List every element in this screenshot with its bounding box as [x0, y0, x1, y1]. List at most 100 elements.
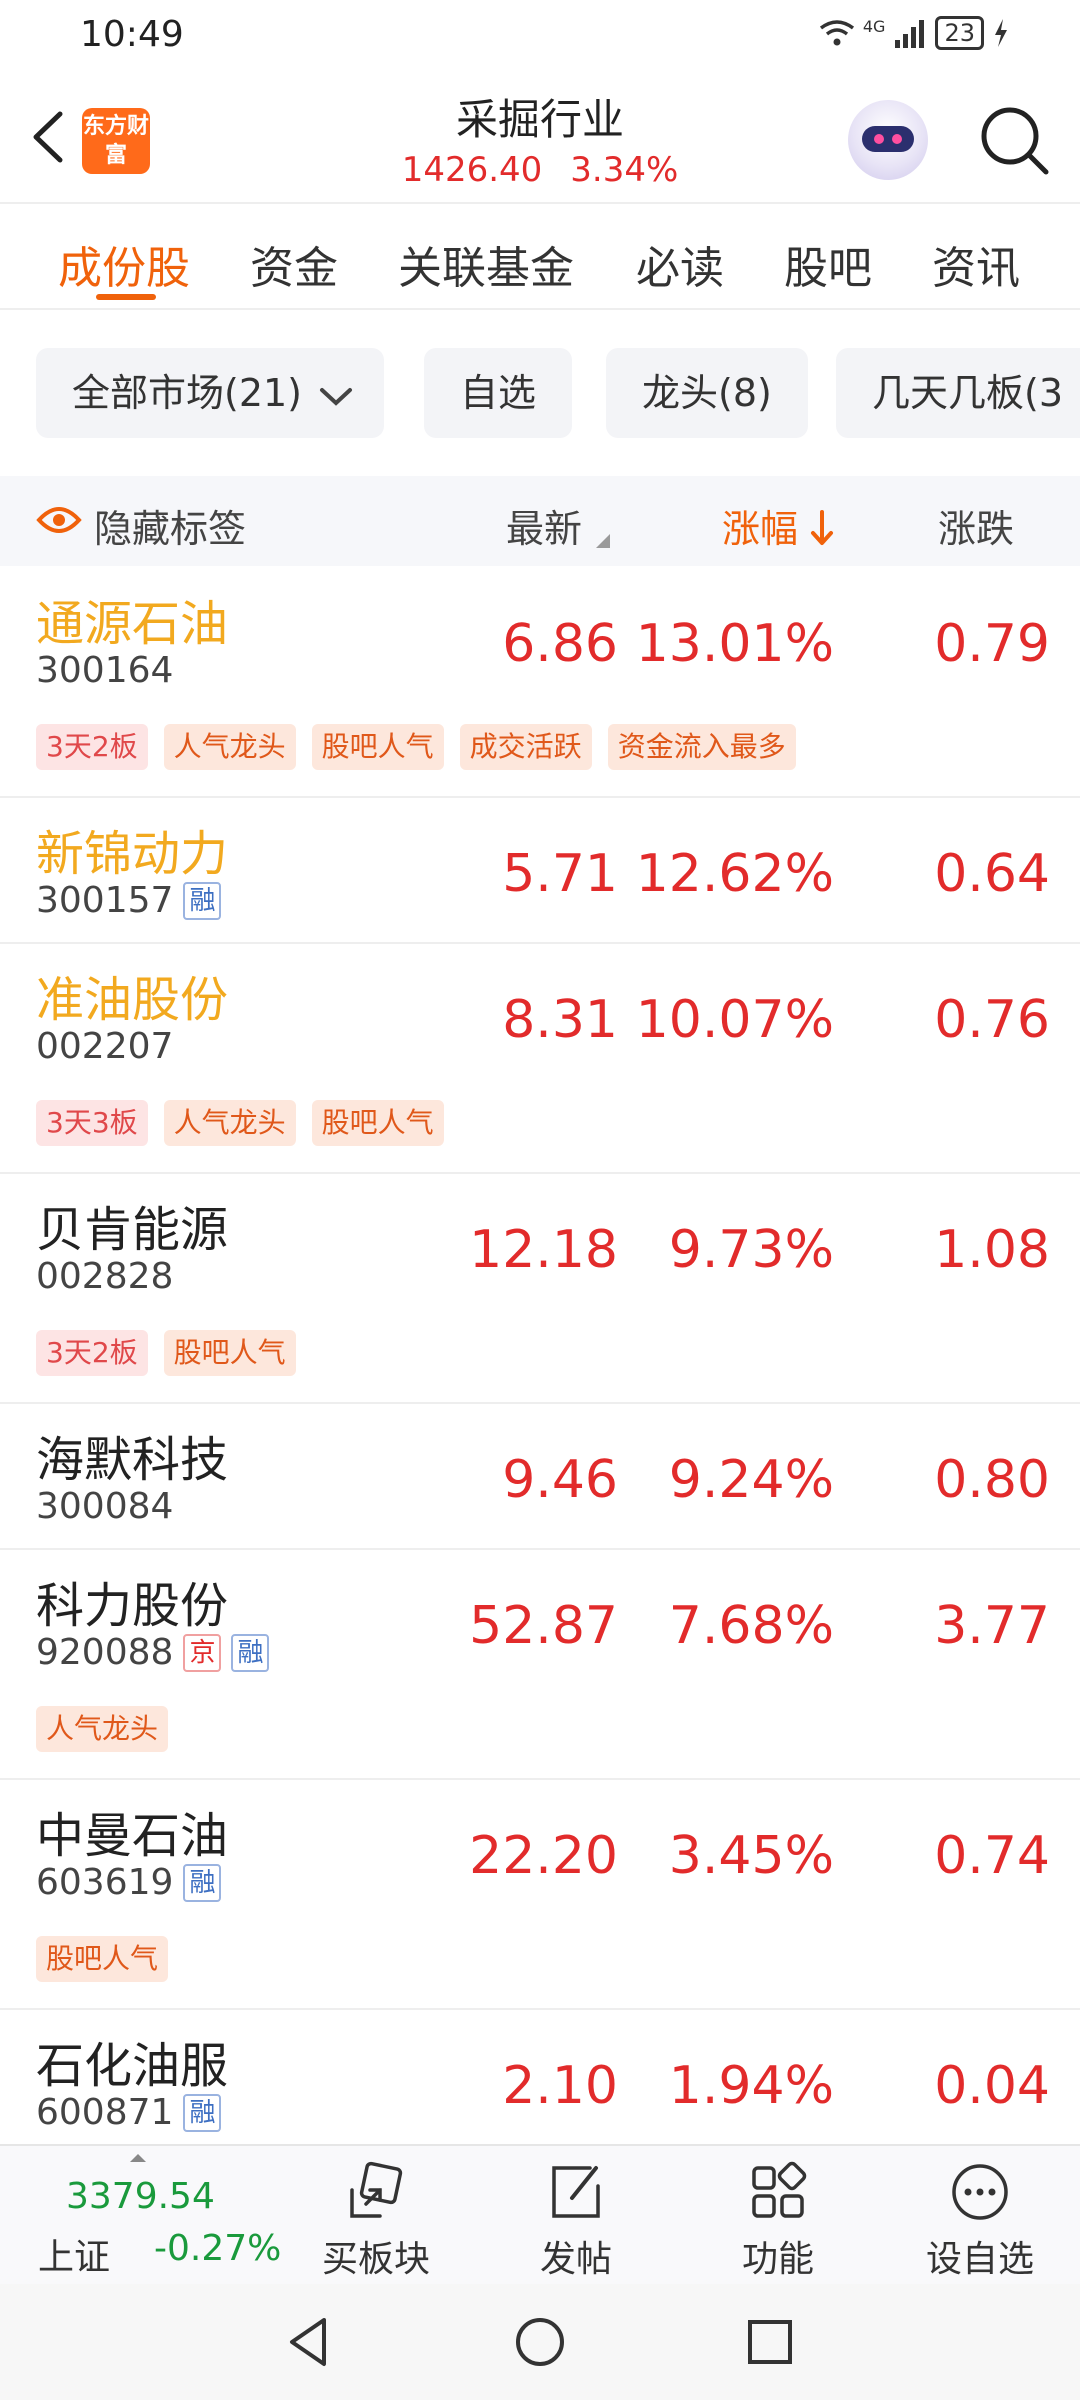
search-button[interactable] [976, 102, 1054, 180]
stock-row[interactable]: 石化油服 600871 融 2.10 1.94% 0.04 [0, 2010, 1080, 2156]
latest-price: 5.71 [502, 844, 618, 904]
stock-tag[interactable]: 3天2板 [36, 1330, 148, 1376]
buy-sector-icon [350, 2161, 403, 2218]
stock-code: 600871 [36, 2092, 174, 2133]
stock-tag[interactable]: 3天3板 [36, 1100, 148, 1146]
stock-tag[interactable]: 资金流入最多 [607, 724, 796, 770]
market-index-name[interactable]: 上证 [38, 2228, 110, 2280]
stock-tag[interactable]: 股吧人气 [36, 1936, 169, 1982]
change-percent: 12.62% [635, 844, 834, 904]
nav-back-icon[interactable] [280, 2312, 340, 2372]
column-latest-label: 最新 [506, 507, 583, 551]
buy-sector-label: 买板块 [321, 2239, 430, 2280]
stock-row[interactable]: 海默科技 300084 9.46 9.24% 0.80 [0, 1404, 1080, 1550]
status-bar: 10:49 4G 23 [0, 0, 1080, 72]
price-change: 0.79 [934, 614, 1050, 674]
stock-tag[interactable]: 3天2板 [36, 724, 148, 770]
stock-code-line: 300164 [36, 650, 173, 691]
tab-must-read[interactable]: 必读 [636, 232, 724, 296]
change-percent: 3.45% [668, 1826, 834, 1886]
stock-code-line: 002207 [36, 1026, 173, 1067]
tab-constituents[interactable]: 成份股 [58, 232, 190, 296]
latest-price: 6.86 [502, 614, 618, 674]
stock-row[interactable]: 科力股份 920088 京融 52.87 7.68% 3.77 人气龙头 [0, 1550, 1080, 1780]
add-watchlist-label: 设自选 [925, 2239, 1034, 2280]
price-change: 1.08 [934, 1220, 1050, 1280]
add-watchlist-button[interactable]: 设自选 [890, 2154, 1070, 2284]
market-index-value[interactable]: 3379.54 [66, 2176, 215, 2217]
stock-tag[interactable]: 成交活跃 [459, 724, 592, 770]
price-change: 0.64 [934, 844, 1050, 904]
stock-code: 300084 [36, 1486, 174, 1527]
price-change: 0.80 [934, 1450, 1050, 1510]
post-label: 发帖 [539, 2239, 612, 2280]
stock-row[interactable]: 中曼石油 603619 融 22.20 3.45% 0.74 股吧人气 [0, 1780, 1080, 2010]
hide-tags-toggle[interactable]: 隐藏标签 [94, 498, 246, 553]
post-button[interactable]: 发帖 [486, 2154, 666, 2284]
tab-funds-flow[interactable]: 资金 [250, 232, 338, 296]
functions-label: 功能 [741, 2239, 814, 2280]
change-percent: 1.94% [668, 2056, 834, 2116]
price-change: 0.76 [934, 990, 1050, 1050]
assistant-robot-icon[interactable] [848, 100, 928, 180]
robot-visor [862, 126, 914, 152]
stock-code-line: 920088 京融 [36, 1632, 270, 1673]
change-percent: 7.68% [668, 1596, 834, 1656]
tag-list: 3天2板 股吧人气 [36, 1330, 296, 1376]
stock-code: 920088 [36, 1632, 174, 1673]
filter-consecutive-limits[interactable]: 几天几板(3 [836, 348, 1080, 438]
tab-related-funds[interactable]: 关联基金 [398, 232, 574, 296]
eye-icon[interactable] [36, 504, 82, 536]
latest-price: 8.31 [502, 990, 618, 1050]
nav-recents-icon[interactable] [740, 2312, 800, 2372]
stock-tag[interactable]: 股吧人气 [163, 1330, 296, 1376]
stock-code: 300157 [36, 880, 174, 921]
wifi-icon [819, 20, 854, 46]
tab-forum[interactable]: 股吧 [784, 232, 872, 296]
latest-price: 2.10 [502, 2056, 618, 2116]
filter-watchlist[interactable]: 自选 [424, 348, 573, 438]
bottom-toolbar: 3379.54 上证 -0.27% 买板块 发帖 功能 设自选 [0, 2144, 1080, 2284]
latest-price: 52.87 [469, 1596, 618, 1656]
arrow-down-icon [811, 510, 834, 545]
margin-badge: 融 [183, 881, 222, 920]
tag-list: 股吧人气 [36, 1936, 169, 1982]
filter-all-markets[interactable]: 全部市场(21) [36, 348, 385, 438]
column-change-pct[interactable]: 涨幅 [722, 498, 834, 553]
filter-leaders[interactable]: 龙头(8) [606, 348, 808, 438]
stock-tag[interactable]: 股吧人气 [311, 724, 444, 770]
stock-code-line: 300084 [36, 1486, 173, 1527]
stock-name: 准油股份 [36, 972, 229, 1028]
nav-home-icon[interactable] [510, 2312, 570, 2372]
stock-code: 300164 [36, 650, 174, 691]
margin-badge: 融 [231, 1633, 270, 1672]
tab-news[interactable]: 资讯 [932, 232, 1020, 296]
column-latest[interactable]: 最新 [506, 498, 612, 553]
stock-tag[interactable]: 人气龙头 [163, 724, 296, 770]
functions-button[interactable]: 功能 [688, 2154, 868, 2284]
robot-eye [874, 134, 884, 144]
bse-badge: 京 [183, 1633, 222, 1672]
buy-sector-button[interactable]: 买板块 [286, 2154, 466, 2284]
stock-row[interactable]: 通源石油 300164 6.86 13.01% 0.79 3天2板 人气龙头 股吧人气 成交活跃… [0, 568, 1080, 798]
stock-row[interactable]: 新锦动力 300157 融 5.71 12.62% 0.64 [0, 798, 1080, 944]
clock: 10:49 [80, 14, 184, 55]
tag-list: 3天3板 人气龙头 股吧人气 [36, 1100, 444, 1146]
status-icons: 4G 23 [819, 16, 1010, 50]
price-change: 0.74 [934, 1826, 1050, 1886]
tab-bar: 成份股 资金 关联基金 必读 股吧 资讯 [0, 206, 1080, 310]
stock-row[interactable]: 贝肯能源 002828 12.18 9.73% 1.08 3天2板 股吧人气 [0, 1174, 1080, 1404]
stock-name: 海默科技 [36, 1432, 229, 1488]
network-type: 4G [862, 16, 886, 36]
market-index-change[interactable]: -0.27% [154, 2228, 281, 2269]
battery-indicator: 23 [935, 16, 984, 50]
stock-tag[interactable]: 人气龙头 [163, 1100, 296, 1146]
column-change[interactable]: 涨跌 [938, 498, 1014, 553]
stock-tag[interactable]: 股吧人气 [311, 1100, 444, 1146]
stock-tag[interactable]: 人气龙头 [36, 1706, 169, 1752]
stock-row[interactable]: 准油股份 002207 8.31 10.07% 0.76 3天3板 人气龙头 股吧人气 [0, 944, 1080, 1174]
tag-list: 3天2板 人气龙头 股吧人气 成交活跃 资金流入最多 [36, 724, 796, 770]
expand-caret-icon[interactable] [130, 2154, 146, 2162]
latest-price: 22.20 [469, 1826, 618, 1886]
stock-name: 贝肯能源 [36, 1202, 229, 1258]
